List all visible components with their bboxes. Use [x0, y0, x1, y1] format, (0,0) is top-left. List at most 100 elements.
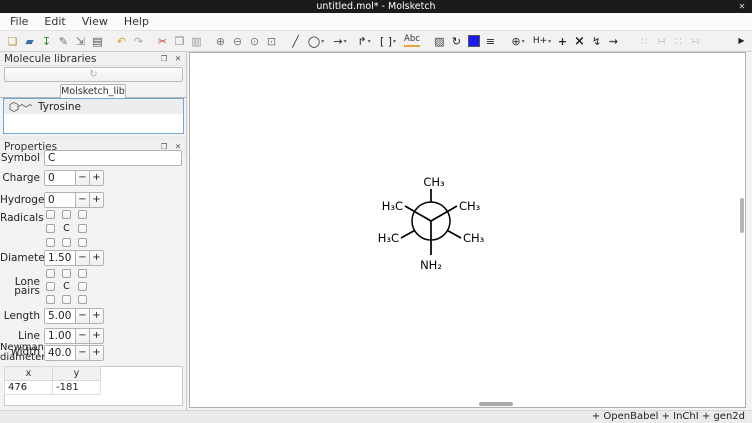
atom-label-lower-right[interactable]: CH₃: [463, 231, 485, 245]
horizontal-scrollbar[interactable]: [479, 402, 513, 406]
length-increment-button[interactable]: +: [89, 309, 103, 323]
line-width-button[interactable]: ≡: [482, 32, 499, 50]
atom-label-top[interactable]: CH₃: [423, 175, 445, 189]
lone-pair-checkbox[interactable]: [46, 282, 55, 291]
ring-tool-button[interactable]: ◯▾: [304, 32, 328, 50]
delete-tool-button[interactable]: ×: [571, 32, 588, 50]
menu-help[interactable]: Help: [116, 13, 157, 31]
open-file-button[interactable]: ▰: [21, 32, 38, 50]
diameter-value[interactable]: [45, 251, 75, 265]
export-button[interactable]: ⇲: [72, 32, 89, 50]
bracket-tool-button[interactable]: [ ]▾: [376, 32, 400, 50]
cut-button[interactable]: ✂: [154, 32, 171, 50]
lone-pair-checkbox[interactable]: [46, 295, 55, 304]
line-width-increment-button[interactable]: +: [89, 329, 103, 343]
length-stepper: − +: [44, 308, 104, 324]
float-panel-icon[interactable]: ❐: [158, 53, 170, 65]
zoom-out-button[interactable]: ⊖: [229, 32, 246, 50]
radical-checkbox[interactable]: [78, 224, 87, 233]
hydrogens-decrement-button[interactable]: −: [75, 193, 89, 207]
undo-button[interactable]: ↶: [113, 32, 130, 50]
color-swatch: [468, 35, 480, 47]
cell-y[interactable]: -181: [53, 381, 101, 395]
column-header-x[interactable]: x: [5, 367, 53, 381]
drawing-canvas[interactable]: CH₃ H₃C CH₃ H₃C CH₃ NH₂: [189, 52, 746, 408]
chevron-down-icon: ▾: [548, 38, 551, 45]
newman-diameter-value[interactable]: [45, 346, 75, 360]
molecule-newman-projection[interactable]: CH₃ H₃C CH₃ H₃C CH₃ NH₂: [341, 159, 521, 279]
zoom-in-button[interactable]: ⊕: [212, 32, 229, 50]
redo-button[interactable]: ↷: [130, 32, 147, 50]
zoom-out-icon: ⊖: [233, 36, 242, 47]
mechanism-arrow-button[interactable]: ↯: [588, 32, 605, 50]
menu-edit[interactable]: Edit: [36, 13, 73, 31]
atom-label-lower-left[interactable]: H₃C: [378, 231, 399, 245]
newman-diameter-decrement-button[interactable]: −: [75, 346, 89, 360]
menu-view[interactable]: View: [74, 13, 116, 31]
symbol-field[interactable]: [44, 150, 182, 166]
charge-tool-button[interactable]: ⊕▾: [506, 32, 530, 50]
rotate-tool-button[interactable]: ↻: [448, 32, 465, 50]
length-value[interactable]: [45, 309, 75, 323]
column-header-y[interactable]: y: [53, 367, 101, 381]
line-width-decrement-button[interactable]: −: [75, 329, 89, 343]
charge-label: Charge: [0, 170, 40, 186]
radical-checkbox[interactable]: [78, 210, 87, 219]
diameter-increment-button[interactable]: +: [89, 251, 103, 265]
lone-pair-checkbox[interactable]: [62, 269, 71, 278]
curved-arrow-tool-button[interactable]: ↱▾: [352, 32, 376, 50]
reaction-arrow-button[interactable]: ⇝: [605, 32, 622, 50]
atom-label-bottom[interactable]: NH₂: [420, 258, 442, 272]
line-width-value[interactable]: [45, 329, 75, 343]
tab-molsketch-lib[interactable]: Molsketch_lib: [60, 84, 126, 98]
atom-label-upper-left[interactable]: H₃C: [382, 199, 403, 213]
window-close-icon[interactable]: ✕: [736, 0, 748, 13]
toolbar-overflow-button[interactable]: ▶: [733, 32, 750, 50]
text-tool-button[interactable]: Abc: [400, 32, 424, 50]
hydrogens-value[interactable]: [45, 193, 75, 207]
diameter-decrement-button[interactable]: −: [75, 251, 89, 265]
charge-value[interactable]: [45, 171, 75, 185]
lone-pair-checkbox[interactable]: [78, 269, 87, 278]
zoom-original-button[interactable]: ⊙: [246, 32, 263, 50]
lone-pair-checkbox[interactable]: [62, 295, 71, 304]
close-panel-icon[interactable]: ✕: [172, 53, 184, 65]
draw-tool-button[interactable]: ╱: [287, 32, 304, 50]
lone-pair-checkbox[interactable]: [78, 295, 87, 304]
color-picker-button[interactable]: [465, 32, 482, 50]
copy-button[interactable]: ❐: [171, 32, 188, 50]
radical-checkbox[interactable]: [46, 238, 55, 247]
list-item-tyrosine[interactable]: Tyrosine: [4, 99, 183, 114]
radical-checkbox[interactable]: [46, 224, 55, 233]
radical-checkbox[interactable]: [62, 210, 71, 219]
charge-increment-button[interactable]: +: [89, 171, 103, 185]
save-button[interactable]: ↧: [38, 32, 55, 50]
vertical-scrollbar[interactable]: [740, 198, 744, 233]
arrow-tool-button[interactable]: →▾: [328, 32, 352, 50]
save-as-button[interactable]: ✎: [55, 32, 72, 50]
print-button[interactable]: ▤: [89, 32, 106, 50]
radicals-label: Radicals: [0, 214, 40, 223]
charge-decrement-button[interactable]: −: [75, 171, 89, 185]
zoom-fit-button[interactable]: ⊡: [263, 32, 280, 50]
hatch-tool-button[interactable]: ▨: [431, 32, 448, 50]
cell-x[interactable]: 476: [5, 381, 53, 395]
bond-lines[interactable]: [401, 189, 461, 255]
lone-pair-checkbox[interactable]: [78, 282, 87, 291]
length-decrement-button[interactable]: −: [75, 309, 89, 323]
radical-checkbox[interactable]: [62, 238, 71, 247]
menu-file[interactable]: File: [2, 13, 36, 31]
radical-checkbox[interactable]: [78, 238, 87, 247]
move-tool-button[interactable]: +: [554, 32, 571, 50]
move-icon: +: [558, 36, 567, 47]
paste-button[interactable]: ▥: [188, 32, 205, 50]
lone-pairs-row-middle: C: [46, 282, 87, 291]
newman-diameter-increment-button[interactable]: +: [89, 346, 103, 360]
hydrogen-tool-button[interactable]: H+▾: [530, 32, 554, 50]
atom-label-upper-right[interactable]: CH₃: [459, 199, 481, 213]
new-file-button[interactable]: ❏: [4, 32, 21, 50]
radical-checkbox[interactable]: [46, 210, 55, 219]
library-refresh-button[interactable]: ↻: [4, 67, 183, 82]
hydrogens-increment-button[interactable]: +: [89, 193, 103, 207]
lone-pair-checkbox[interactable]: [46, 269, 55, 278]
